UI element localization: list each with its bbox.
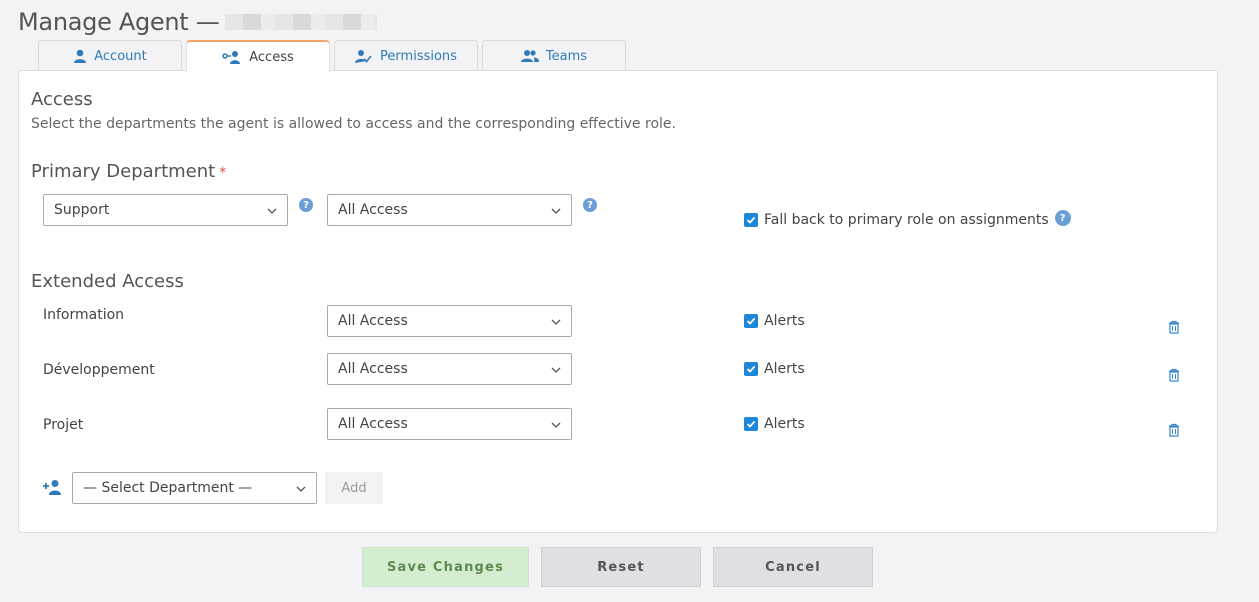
alerts-checkbox-row[interactable]: Alerts (744, 361, 805, 377)
tab-access-label: Access (249, 49, 294, 65)
reset-button[interactable]: Reset (541, 547, 701, 587)
primary-role-value: All Access (338, 202, 408, 218)
help-icon[interactable]: ? (583, 198, 597, 212)
primary-department-title-text: Primary Department (31, 161, 216, 182)
chevron-down-icon (551, 422, 561, 428)
users-icon (520, 50, 539, 62)
user-check-icon (355, 50, 372, 63)
save-changes-button[interactable]: Save Changes (362, 547, 529, 587)
extended-department-label: Information (43, 307, 125, 323)
add-department-button[interactable]: Add (325, 472, 383, 504)
help-icon[interactable]: ? (1054, 210, 1071, 226)
user-key-icon (222, 51, 241, 64)
access-description: Select the departments the agent is allo… (31, 116, 676, 132)
primary-department-select[interactable]: Support (43, 194, 288, 226)
extended-department-label: Développement (43, 362, 155, 378)
primary-department-title: Primary Department * (31, 161, 226, 182)
chevron-down-icon (296, 486, 306, 492)
tab-teams[interactable]: Teams (482, 40, 626, 71)
primary-department-value: Support (54, 202, 110, 218)
chevron-down-icon (551, 319, 561, 325)
chevron-down-icon (551, 208, 561, 214)
access-panel: Access Select the departments the agent … (18, 70, 1218, 533)
page-title: Manage Agent — (18, 8, 378, 36)
checkmark-icon (746, 420, 756, 428)
tab-account[interactable]: Account (38, 40, 182, 71)
alerts-checkbox[interactable] (744, 362, 758, 376)
tab-permissions-label: Permissions (380, 48, 457, 64)
trash-icon[interactable] (1168, 423, 1180, 437)
alerts-label: Alerts (764, 361, 805, 377)
checkmark-icon (746, 317, 756, 325)
alerts-checkbox[interactable] (744, 417, 758, 431)
alerts-checkbox-row[interactable]: Alerts (744, 313, 805, 329)
checkmark-icon (746, 365, 756, 373)
tab-access[interactable]: Access (186, 40, 330, 72)
select-department-dropdown[interactable]: — Select Department — (72, 472, 317, 504)
checkmark-icon (746, 216, 756, 224)
alerts-label: Alerts (764, 416, 805, 432)
chevron-down-icon (551, 367, 561, 373)
select-department-placeholder: — Select Department — (83, 480, 253, 496)
alerts-checkbox[interactable] (744, 314, 758, 328)
extended-role-value: All Access (338, 313, 408, 329)
required-asterisk: * (219, 165, 227, 181)
fallback-checkbox[interactable] (744, 213, 758, 227)
alerts-label: Alerts (764, 313, 805, 329)
extended-role-value: All Access (338, 416, 408, 432)
extended-role-select[interactable]: All Access (327, 353, 572, 385)
user-icon (74, 49, 87, 63)
access-title: Access (31, 89, 93, 110)
page-title-text: Manage Agent — (18, 8, 220, 36)
extended-department-label: Projet (43, 417, 84, 433)
extended-role-value: All Access (338, 361, 408, 377)
primary-role-select[interactable]: All Access (327, 194, 572, 226)
tab-account-label: Account (94, 48, 147, 64)
extended-role-select[interactable]: All Access (327, 408, 572, 440)
alerts-checkbox-row[interactable]: Alerts (744, 416, 805, 432)
cancel-button[interactable]: Cancel (713, 547, 873, 587)
add-user-icon (43, 480, 61, 495)
extended-access-title: Extended Access (31, 271, 184, 292)
tab-bar: Account Access Permissions Teams (38, 40, 630, 72)
fallback-checkbox-row[interactable]: Fall back to primary role on assignments… (744, 210, 1071, 228)
extended-role-select[interactable]: All Access (327, 305, 572, 337)
trash-icon[interactable] (1168, 320, 1180, 334)
fallback-label: Fall back to primary role on assignments (764, 212, 1049, 228)
help-icon[interactable]: ? (299, 198, 313, 212)
trash-icon[interactable] (1168, 368, 1180, 382)
tab-permissions[interactable]: Permissions (334, 40, 478, 71)
tab-teams-label: Teams (545, 48, 588, 64)
agent-name-redacted (225, 14, 378, 30)
chevron-down-icon (267, 208, 277, 214)
